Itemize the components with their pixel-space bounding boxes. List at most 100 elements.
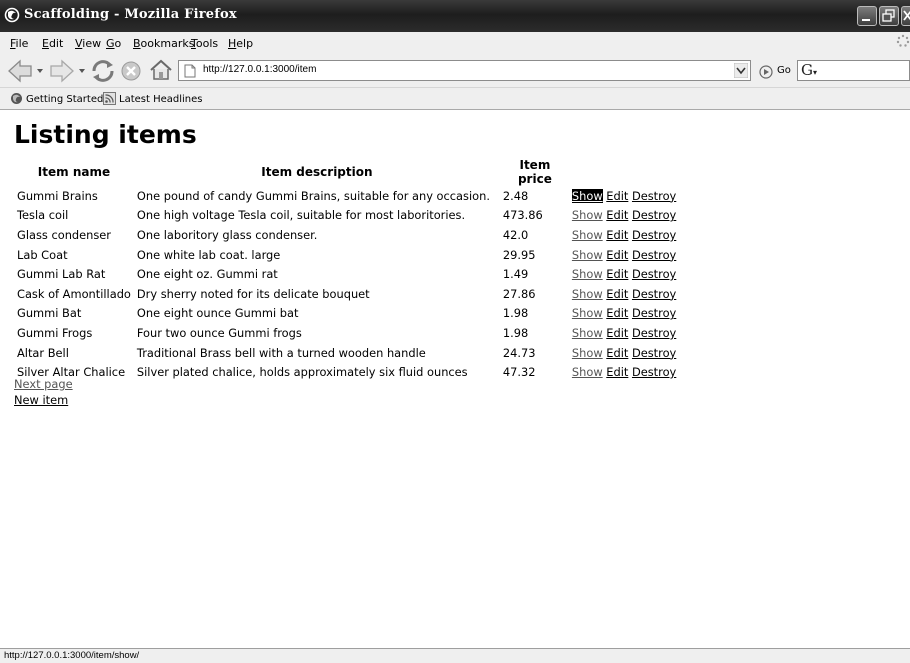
- firefox-icon: [11, 93, 22, 104]
- edit-link[interactable]: Edit: [606, 189, 628, 203]
- table-row: Glass condenser One laboritory glass cond…: [14, 225, 679, 245]
- item-description-cell: Four two ounce Gummi frogs: [136, 325, 302, 340]
- item-price-cell: 2.48: [502, 188, 529, 203]
- bookmark-latest-headlines[interactable]: Latest Headlines: [103, 92, 203, 105]
- item-price-cell: 24.73: [502, 345, 536, 360]
- destroy-link[interactable]: Destroy: [632, 267, 676, 281]
- item-description-cell: One eight oz. Gummi rat: [136, 267, 278, 282]
- minimize-button[interactable]: [857, 6, 877, 26]
- page-content: Listing items Item name Item description…: [0, 110, 910, 648]
- window-titlebar[interactable]: Scaffolding - Mozilla Firefox: [0, 0, 910, 32]
- destroy-link[interactable]: Destroy: [632, 365, 676, 379]
- url-history-dropdown-icon[interactable]: [734, 63, 748, 78]
- column-header-item-description: Item description: [261, 165, 373, 179]
- edit-link[interactable]: Edit: [606, 365, 628, 379]
- bookmark-getting-started[interactable]: Getting Started: [10, 92, 103, 105]
- edit-link[interactable]: Edit: [606, 287, 628, 301]
- destroy-link[interactable]: Destroy: [632, 189, 676, 203]
- show-link[interactable]: Show: [572, 228, 603, 242]
- address-bar[interactable]: http://127.0.0.1:3000/item: [178, 60, 751, 81]
- stop-icon[interactable]: [121, 61, 141, 81]
- menu-tools[interactable]: Tools: [191, 37, 218, 50]
- item-price-cell: 1.49: [502, 267, 529, 282]
- edit-link[interactable]: Edit: [606, 228, 628, 242]
- url-text[interactable]: http://127.0.0.1:3000/item: [203, 64, 316, 75]
- status-bar: http://127.0.0.1:3000/item/show/: [0, 648, 910, 663]
- edit-link[interactable]: Edit: [606, 346, 628, 360]
- google-g-icon[interactable]: G▾: [801, 62, 817, 81]
- close-icon: [903, 10, 910, 21]
- show-link[interactable]: Show: [571, 188, 603, 203]
- edit-link[interactable]: Edit: [606, 248, 628, 262]
- menu-bar: File Edit View Go Bookmarks Tools Help: [0, 32, 910, 55]
- new-item-link[interactable]: New item: [14, 393, 68, 407]
- edit-link[interactable]: Edit: [606, 208, 628, 222]
- item-name-cell: Gummi Lab Rat: [17, 267, 106, 282]
- show-link[interactable]: Show: [572, 346, 603, 360]
- item-name-cell: Altar Bell: [17, 345, 69, 360]
- menu-help[interactable]: Help: [228, 37, 253, 50]
- destroy-link[interactable]: Destroy: [632, 248, 676, 262]
- go-arrow-icon[interactable]: [759, 65, 773, 79]
- show-link[interactable]: Show: [572, 267, 603, 281]
- destroy-link[interactable]: Destroy: [632, 287, 676, 301]
- destroy-link[interactable]: Destroy: [632, 326, 676, 340]
- close-window-button[interactable]: [901, 6, 910, 26]
- show-link[interactable]: Show: [572, 365, 603, 379]
- reload-icon[interactable]: [89, 57, 117, 85]
- item-actions-cell: Show Edit Destroy: [570, 343, 679, 363]
- item-description-cell: One eight ounce Gummi bat: [136, 306, 299, 321]
- table-row: Lab Coat One white lab coat. large 29.95 Sh…: [14, 245, 679, 265]
- bookmarks-toolbar: Getting Started Latest Headlines: [0, 88, 910, 110]
- status-text: http://127.0.0.1:3000/item/show/: [4, 650, 140, 661]
- item-description-cell: One pound of candy Gummi Brains, suitabl…: [136, 188, 490, 203]
- restore-button[interactable]: [879, 6, 899, 26]
- item-price-cell: 473.86: [502, 208, 543, 223]
- table-row: Gummi Brains One pound of candy Gummi Bra…: [14, 186, 679, 206]
- destroy-link[interactable]: Destroy: [632, 346, 676, 360]
- items-table: Item name Item description Item price Gu…: [14, 158, 679, 382]
- item-description-cell: Silver plated chalice, holds approximate…: [136, 365, 468, 380]
- item-name-cell: Cask of Amontillado: [17, 286, 131, 301]
- home-icon[interactable]: [149, 58, 173, 82]
- table-row: Gummi Frogs Four two ounce Gummi frogs 1.9…: [14, 323, 679, 343]
- forward-history-dropdown-icon[interactable]: [78, 67, 86, 75]
- item-actions-cell: Show Edit Destroy: [570, 206, 679, 226]
- show-link[interactable]: Show: [572, 326, 603, 340]
- edit-link[interactable]: Edit: [606, 267, 628, 281]
- menu-bookmarks[interactable]: Bookmarks: [133, 37, 194, 50]
- column-header-item-name: Item name: [37, 165, 111, 179]
- item-actions-cell: Show Edit Destroy: [570, 284, 679, 304]
- go-button-label[interactable]: Go: [777, 65, 791, 76]
- show-link[interactable]: Show: [572, 306, 603, 320]
- edit-link[interactable]: Edit: [606, 326, 628, 340]
- destroy-link[interactable]: Destroy: [632, 306, 676, 320]
- show-link[interactable]: Show: [572, 287, 603, 301]
- item-price-cell: 42.0: [502, 227, 529, 242]
- back-history-dropdown-icon[interactable]: [36, 67, 44, 75]
- column-header-item-price: Item price: [517, 158, 552, 186]
- rss-feed-icon: [103, 92, 116, 105]
- menu-view[interactable]: View: [75, 37, 101, 50]
- forward-arrow-icon[interactable]: [48, 58, 76, 84]
- firefox-icon: [4, 7, 20, 23]
- item-name-cell: Gummi Bat: [17, 306, 82, 321]
- menu-edit[interactable]: Edit: [42, 37, 63, 50]
- destroy-link[interactable]: Destroy: [632, 208, 676, 222]
- table-header-row: Item name Item description Item price: [14, 158, 679, 186]
- next-page-link[interactable]: Next page: [14, 377, 73, 391]
- item-name-cell: Lab Coat: [17, 247, 68, 262]
- destroy-link[interactable]: Destroy: [632, 228, 676, 242]
- table-row: Silver Altar Chalice Silver plated chalic…: [14, 362, 679, 382]
- item-description-cell: Traditional Brass bell with a turned woo…: [136, 345, 426, 360]
- menu-file[interactable]: File: [10, 37, 28, 50]
- edit-link[interactable]: Edit: [606, 306, 628, 320]
- search-box[interactable]: G▾: [797, 60, 910, 81]
- table-row: Gummi Bat One eight ounce Gummi bat 1.98 Sh…: [14, 304, 679, 324]
- menu-go[interactable]: Go: [106, 37, 121, 50]
- back-arrow-icon[interactable]: [6, 58, 34, 84]
- show-link[interactable]: Show: [572, 248, 603, 262]
- item-actions-cell: Show Edit Destroy: [570, 362, 679, 382]
- item-description-cell: One white lab coat. large: [136, 247, 281, 262]
- show-link[interactable]: Show: [572, 208, 603, 222]
